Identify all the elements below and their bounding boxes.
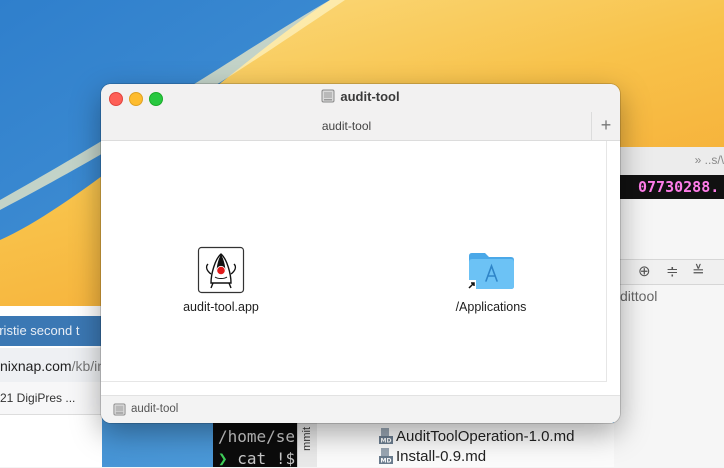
align-center-icon[interactable]: ≑: [666, 262, 679, 280]
disk-image-icon: [321, 89, 335, 106]
git-panel-label: mmit: [301, 427, 313, 451]
url-path: /kb/ins: [71, 358, 102, 374]
finder-window: audit-tool audit-tool + audit-tool.app /…: [101, 84, 620, 423]
tab-audit-tool[interactable]: audit-tool: [101, 119, 592, 133]
finder-tab-bar: audit-tool +: [101, 112, 620, 141]
editor-toolbar: ⊕ ≑ ≚: [614, 259, 724, 285]
terminal-command: cat !$: [237, 449, 296, 467]
project-name: dittool: [620, 288, 658, 304]
applications-shortcut-item[interactable]: /Applications: [431, 246, 551, 314]
background-file-list: MD AuditToolOperation-1.0.md MD Install-…: [317, 423, 614, 467]
file-name: Install-0.9.md: [396, 448, 487, 465]
background-terminal: /home/se ❯ cat !$: [213, 423, 297, 467]
applications-folder-icon: [466, 246, 516, 294]
new-tab-button[interactable]: +: [591, 112, 620, 140]
commit-hash-label: 07730288.: [620, 175, 724, 199]
applications-label: /Applications: [455, 300, 527, 314]
background-browser-window: hristie second t nixnap.com/kb/ins 21 Di…: [0, 306, 102, 467]
bookmark-item[interactable]: 21 DigiPres ...: [0, 382, 102, 415]
svg-text:MD: MD: [381, 438, 392, 445]
terminal-line: /home/se: [218, 427, 296, 446]
path-bar: audit-tool: [101, 395, 620, 423]
file-item[interactable]: MD AuditToolOperation-1.0.md: [379, 428, 574, 448]
background-editor-window: » ..s/\ 07730288. ⊕ ≑ ≚ dittool: [614, 147, 724, 467]
target-icon[interactable]: ⊕: [638, 262, 651, 280]
file-item[interactable]: MD Install-0.9.md: [379, 448, 486, 468]
browser-tab[interactable]: hristie second t: [0, 316, 102, 346]
editor-breadcrumb: » ..s/\: [614, 147, 724, 175]
svg-text:MD: MD: [381, 458, 392, 465]
app-icon-label: audit-tool.app: [183, 300, 259, 314]
collapse-icon[interactable]: ≚: [692, 262, 705, 280]
app-icon-item[interactable]: audit-tool.app: [161, 246, 281, 314]
browser-url-bar[interactable]: nixnap.com/kb/ins: [0, 348, 102, 382]
window-title: audit-tool: [101, 89, 620, 106]
browser-tab-title: hristie second t: [0, 323, 80, 338]
java-duke-app-icon: [197, 246, 245, 294]
finder-icon-view: audit-tool.app /Applications: [101, 141, 607, 382]
terminal-prompt-line: ❯ cat !$: [218, 449, 295, 467]
markdown-file-icon: MD: [379, 428, 393, 445]
git-commit-panel-tab[interactable]: mmit: [297, 423, 318, 467]
window-title-text: audit-tool: [340, 89, 400, 104]
path-bar-item[interactable]: audit-tool: [131, 403, 178, 415]
window-titlebar[interactable]: audit-tool: [101, 84, 620, 112]
disk-image-icon: [113, 403, 126, 421]
markdown-file-icon: MD: [379, 448, 393, 465]
file-name: AuditToolOperation-1.0.md: [396, 428, 575, 445]
prompt-symbol: ❯: [218, 449, 228, 467]
url-host: nixnap.com: [0, 358, 72, 374]
